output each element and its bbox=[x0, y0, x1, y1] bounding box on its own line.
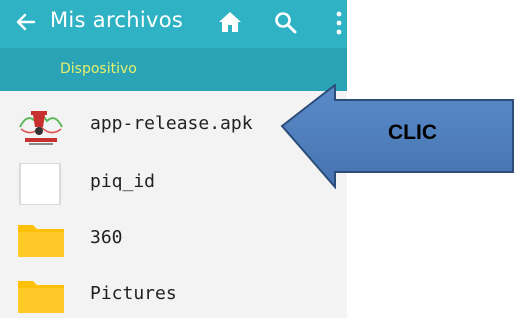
file-name: 360 bbox=[90, 227, 123, 248]
home-icon[interactable] bbox=[218, 11, 242, 33]
page-title: Mis archivos bbox=[50, 8, 184, 32]
apk-app-icon bbox=[19, 111, 63, 145]
callout-label: CLIC bbox=[388, 121, 437, 144]
folder-icon bbox=[18, 225, 64, 257]
list-item[interactable]: Pictures bbox=[0, 268, 347, 318]
more-vertical-icon[interactable] bbox=[334, 10, 344, 36]
file-name: piq_id bbox=[90, 171, 156, 192]
arrow-left-icon[interactable] bbox=[14, 10, 38, 34]
breadcrumb[interactable]: Dispositivo bbox=[60, 61, 137, 77]
file-icon bbox=[19, 163, 61, 205]
app-bar: Mis archivos Dispositivo bbox=[0, 0, 347, 91]
file-name: Pictures bbox=[90, 283, 177, 304]
file-name: app-release.apk bbox=[90, 113, 253, 134]
list-item[interactable]: 360 bbox=[0, 212, 347, 268]
search-icon[interactable] bbox=[273, 10, 297, 34]
folder-icon bbox=[18, 281, 64, 313]
